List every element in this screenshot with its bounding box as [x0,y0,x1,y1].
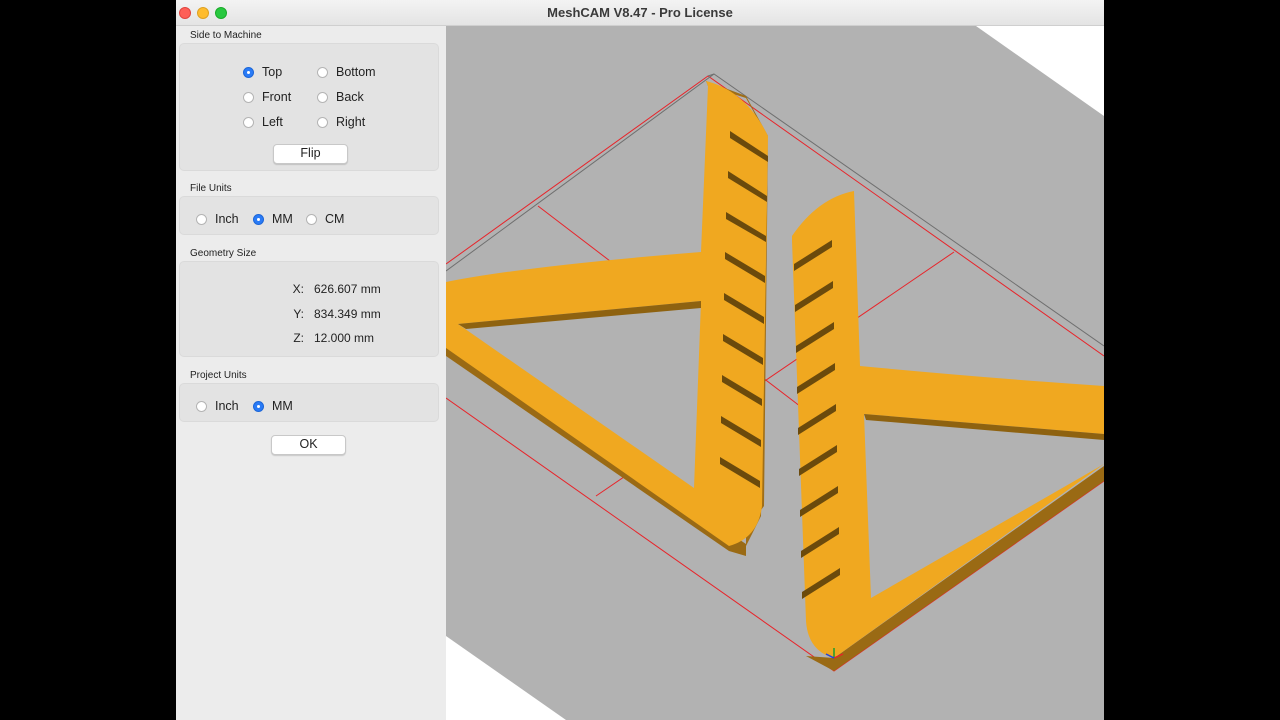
radio-file-inch[interactable]: Inch [196,212,239,226]
geometry-size-label: Geometry Size [190,248,257,259]
radio-dot-icon [317,116,328,128]
radio-project-inch[interactable]: Inch [196,399,239,413]
radio-bottom[interactable]: Bottom [317,65,376,79]
part-right [792,191,1104,671]
geometry-z-key: Z: [293,331,304,345]
3d-viewport[interactable] [446,26,1104,720]
radio-right[interactable]: Right [317,115,365,129]
flip-button[interactable]: Flip [273,144,348,164]
side-to-machine-label: Side to Machine [190,30,262,41]
radio-file-inch-label: Inch [215,212,239,226]
file-units-label: File Units [190,183,232,194]
geometry-size-group: X: 626.607 mm Y: 834.349 mm Z: 12.000 mm [179,261,439,357]
ok-button[interactable]: OK [271,435,346,455]
radio-left[interactable]: Left [243,115,283,129]
meshcam-window: MeshCAM V8.47 - Pro License Side to Mach… [176,0,1104,720]
settings-panel: Side to Machine Top Bottom Front Back Le… [176,26,446,720]
radio-dot-icon [253,400,264,412]
viewport-background-corner [446,636,566,720]
radio-top-label: Top [262,65,283,79]
radio-file-mm-label: MM [272,212,293,226]
viewport-background-corner [976,26,1104,116]
title-bar: MeshCAM V8.47 - Pro License [176,0,1104,26]
radio-dot-icon [243,91,254,103]
side-to-machine-group: Top Bottom Front Back Left Right Flip [179,43,439,171]
radio-back-label: Back [336,90,364,104]
geometry-y-key: Y: [293,307,304,321]
geometry-x-key: X: [292,282,304,296]
radio-left-label: Left [262,115,283,129]
radio-dot-icon [253,213,264,225]
radio-dot-icon [317,91,328,103]
radio-dot-icon [196,213,207,225]
radio-file-cm[interactable]: CM [306,212,344,226]
radio-file-cm-label: CM [325,212,345,226]
radio-project-mm-label: MM [272,399,293,413]
radio-file-mm[interactable]: MM [253,212,293,226]
radio-top[interactable]: Top [243,65,282,79]
radio-back[interactable]: Back [317,90,364,104]
radio-front-label: Front [262,90,292,104]
radio-right-label: Right [336,115,366,129]
project-units-group: Inch MM [179,383,439,422]
radio-dot-icon [306,213,317,225]
radio-dot-icon [243,66,254,78]
radio-front[interactable]: Front [243,90,291,104]
project-units-label: Project Units [190,370,247,381]
radio-dot-icon [196,400,207,412]
geometry-x-value: 626.607 mm [314,282,381,296]
radio-dot-icon [317,66,328,78]
radio-project-inch-label: Inch [215,399,239,413]
radio-dot-icon [243,116,254,128]
radio-project-mm[interactable]: MM [253,399,293,413]
radio-bottom-label: Bottom [336,65,376,79]
geometry-z-value: 12.000 mm [314,331,375,345]
window-title: MeshCAM V8.47 - Pro License [547,5,733,20]
3d-scene [446,26,1104,720]
file-units-group: Inch MM CM [179,196,439,235]
geometry-y-value: 834.349 mm [314,307,381,321]
